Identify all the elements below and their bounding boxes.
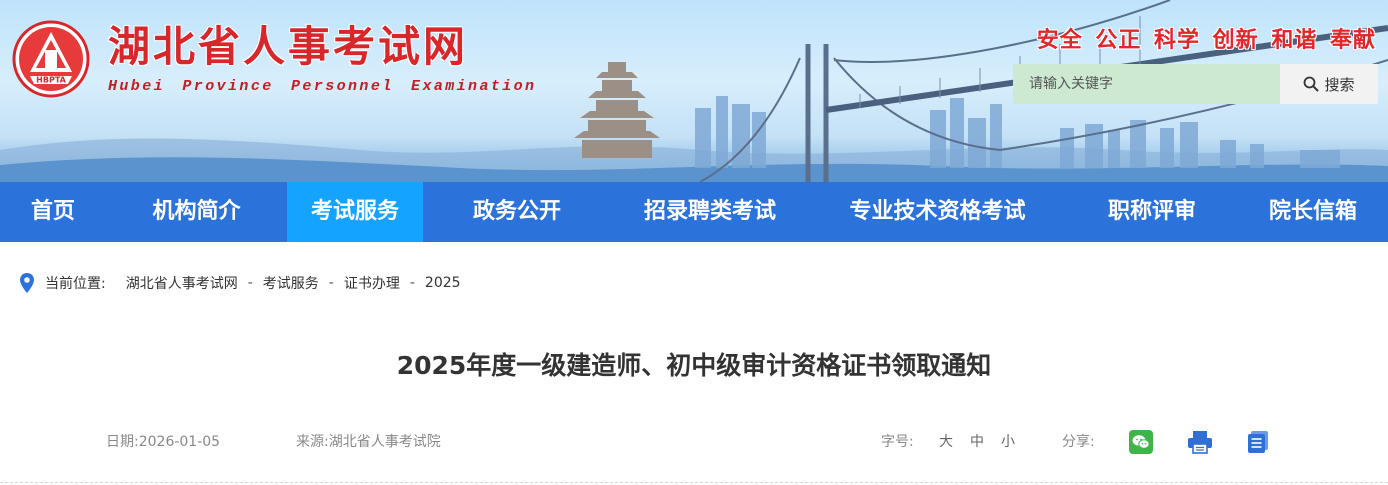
site-name-cn: 湖北省人事考试网 (108, 21, 469, 71)
search-button[interactable]: 搜索 (1280, 64, 1378, 104)
site-name: 湖北省人事考试网 Hubei Province Personnel Examin… (108, 21, 537, 95)
nav-item-home[interactable]: 首页 (0, 182, 106, 242)
breadcrumb-label: 当前位置: (45, 276, 106, 292)
font-size-small-button[interactable]: 小 (1001, 431, 1015, 451)
nav-item-about[interactable]: 机构简介 (106, 182, 287, 242)
font-size-large-button[interactable]: 大 (939, 431, 953, 451)
article-date: 日期:2026-01-05 (106, 431, 220, 451)
date-value: 2026-01-05 (138, 434, 221, 450)
logo-badge-text: HBPTA (36, 76, 66, 85)
wechat-icon[interactable] (1129, 430, 1153, 454)
breadcrumb-separator: - (409, 275, 415, 291)
nav-item-recruitment-exams[interactable]: 招录聘类考试 (611, 182, 809, 242)
nav-item-public-affairs[interactable]: 政务公开 (423, 182, 611, 242)
search-bar: 搜索 (1013, 64, 1378, 104)
nav-item-title-review[interactable]: 职称评审 (1066, 182, 1238, 242)
breadcrumb-item-2025[interactable]: 2025 (425, 275, 461, 291)
breadcrumb-separator: - (247, 275, 253, 291)
breadcrumb-item-certificates[interactable]: 证书办理 (344, 273, 400, 293)
source-value: 湖北省人事考试院 (328, 434, 441, 450)
copy-icon[interactable] (1247, 430, 1271, 454)
font-size-label: 字号: (881, 434, 914, 450)
divider-line (0, 482, 1388, 483)
nav-item-director-mailbox[interactable]: 院长信箱 (1238, 182, 1388, 242)
site-slogan: 安全 公正 科学 创新 和谐 奉献 (1036, 27, 1376, 53)
hbpta-emblem-icon: HBPTA (12, 20, 90, 98)
source-label: 来源: (296, 434, 329, 450)
nav-item-professional-qualification[interactable]: 专业技术资格考试 (809, 182, 1066, 242)
article-source: 来源:湖北省人事考试院 (296, 431, 441, 451)
print-icon[interactable] (1187, 430, 1213, 454)
breadcrumb-item-home[interactable]: 湖北省人事考试网 (126, 273, 238, 293)
breadcrumb-separator: - (328, 275, 334, 291)
site-name-en: Hubei Province Personnel Examination (108, 77, 537, 95)
header-banner: HBPTA 湖北省人事考试网 Hubei Province Personnel … (0, 0, 1388, 182)
location-pin-icon (20, 273, 34, 293)
page: HBPTA 湖北省人事考试网 Hubei Province Personnel … (0, 0, 1388, 485)
search-icon (1304, 76, 1319, 92)
search-button-label: 搜索 (1324, 75, 1355, 94)
date-label: 日期: (106, 434, 139, 450)
search-input[interactable] (1013, 64, 1280, 104)
font-size-medium-button[interactable]: 中 (970, 431, 984, 451)
article-title: 2025年度一级建造师、初中级审计资格证书领取通知 (396, 351, 992, 380)
breadcrumb-item-exam-services[interactable]: 考试服务 (263, 273, 319, 293)
share-label: 分享: (1062, 434, 1095, 450)
nav-item-exam-services[interactable]: 考试服务 (287, 182, 423, 242)
site-logo[interactable]: HBPTA 湖北省人事考试网 Hubei Province Personnel … (12, 20, 536, 98)
breadcrumb: 当前位置: 湖北省人事考试网 - 考试服务 - 证书办理 - 2025 (20, 272, 461, 294)
main-nav: 首页 机构简介 考试服务 政务公开 招录聘类考试 专业技术资格考试 职称评审 院… (0, 182, 1388, 242)
